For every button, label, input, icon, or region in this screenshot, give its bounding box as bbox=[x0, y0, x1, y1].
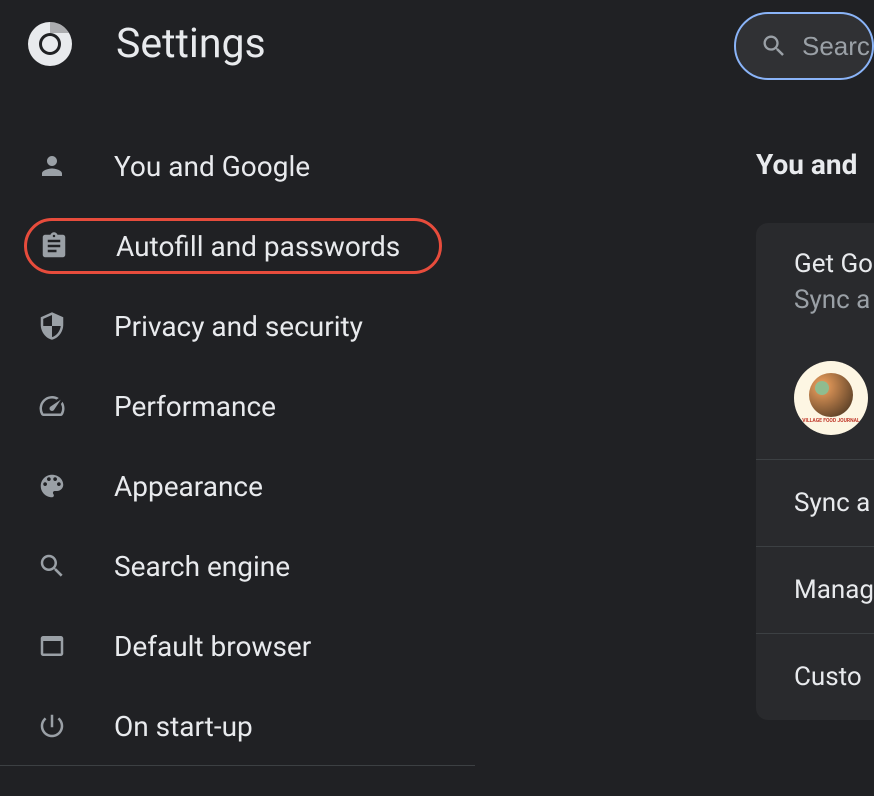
power-icon bbox=[36, 710, 68, 742]
sidebar-item-you-and-google[interactable]: You and Google bbox=[24, 126, 470, 206]
sidebar-divider bbox=[0, 765, 475, 766]
sidebar-item-autofill-passwords[interactable]: Autofill and passwords bbox=[24, 218, 442, 274]
section-title: You and bbox=[756, 148, 874, 181]
sidebar-item-label: Autofill and passwords bbox=[116, 230, 400, 263]
sidebar-item-label: Appearance bbox=[114, 470, 263, 503]
person-icon bbox=[36, 150, 68, 182]
card-row-sync[interactable]: Sync a bbox=[756, 459, 874, 546]
card-row-manage[interactable]: Manag bbox=[756, 546, 874, 633]
clipboard-icon bbox=[38, 230, 70, 262]
card-header: Get Go Sync a bbox=[756, 223, 874, 341]
sidebar-item-performance[interactable]: Performance bbox=[24, 366, 470, 446]
sidebar-item-label: Performance bbox=[114, 390, 276, 423]
sidebar-item-search-engine[interactable]: Search engine bbox=[24, 526, 470, 606]
search-icon bbox=[760, 32, 788, 60]
right-panel: You and Get Go Sync a VILLAGE FOOD JOURN… bbox=[756, 148, 874, 720]
sidebar-item-label: You and Google bbox=[114, 150, 310, 183]
sidebar-item-label: Privacy and security bbox=[114, 310, 363, 343]
avatar-text: VILLAGE FOOD JOURNAL bbox=[802, 419, 859, 424]
sidebar-item-privacy-security[interactable]: Privacy and security bbox=[24, 286, 470, 366]
card-row-customize[interactable]: Custo bbox=[756, 633, 874, 720]
browser-icon bbox=[36, 630, 68, 662]
search-icon bbox=[36, 550, 68, 582]
sidebar-item-appearance[interactable]: Appearance bbox=[24, 446, 470, 526]
settings-card: Get Go Sync a VILLAGE FOOD JOURNAL Sync … bbox=[756, 223, 874, 720]
sidebar-item-on-startup[interactable]: On start-up bbox=[24, 686, 470, 766]
card-title: Get Go bbox=[794, 249, 874, 279]
palette-icon bbox=[36, 470, 68, 502]
search-container[interactable] bbox=[734, 12, 874, 80]
sidebar-item-label: Default browser bbox=[114, 630, 311, 663]
sidebar-item-default-browser[interactable]: Default browser bbox=[24, 606, 470, 686]
speedometer-icon bbox=[36, 390, 68, 422]
page-title: Settings bbox=[116, 20, 266, 68]
sidebar-item-label: Search engine bbox=[114, 550, 290, 583]
card-subtitle: Sync a bbox=[794, 285, 874, 315]
chrome-logo-icon bbox=[26, 20, 74, 68]
search-input[interactable] bbox=[802, 31, 874, 62]
avatar-section: VILLAGE FOOD JOURNAL bbox=[756, 341, 874, 459]
sidebar: You and Google Autofill and passwords Pr… bbox=[0, 88, 470, 766]
shield-icon bbox=[36, 310, 68, 342]
profile-avatar[interactable]: VILLAGE FOOD JOURNAL bbox=[794, 361, 868, 435]
avatar-image-icon bbox=[809, 373, 853, 417]
sidebar-item-label: On start-up bbox=[114, 710, 253, 743]
